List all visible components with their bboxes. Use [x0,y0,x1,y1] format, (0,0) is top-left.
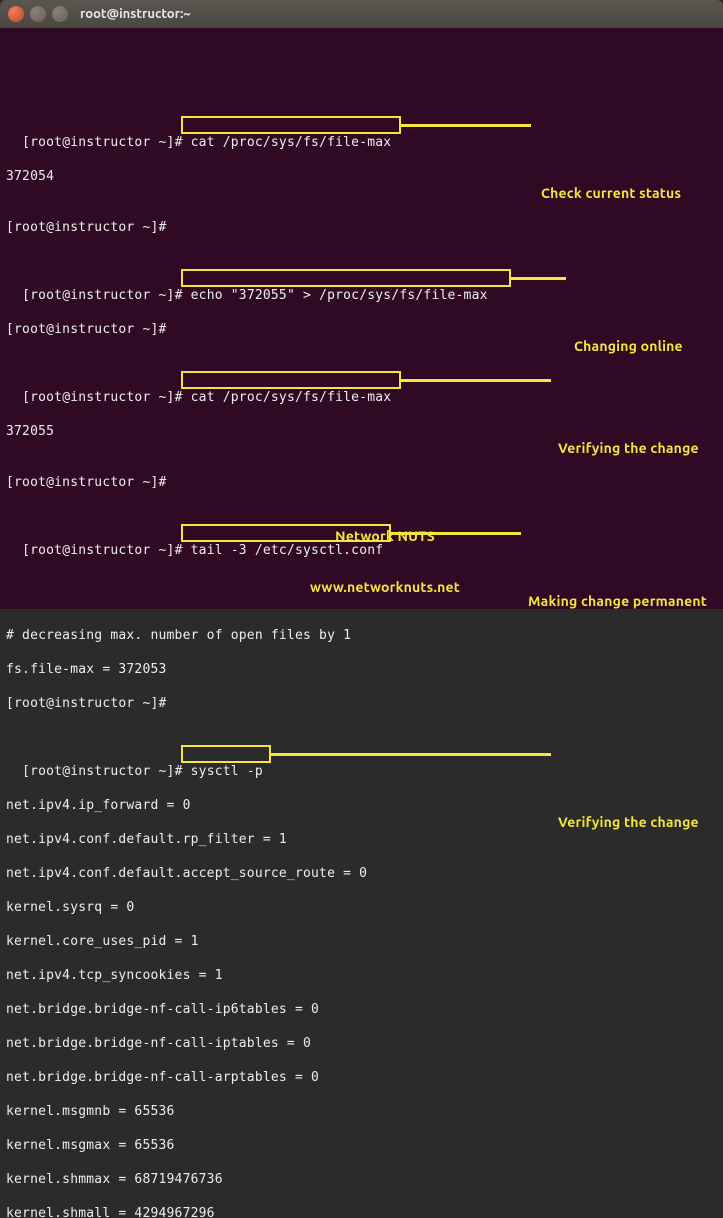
terminal[interactable]: [root@instructor ~]# cat /proc/sys/fs/fi… [0,28,723,609]
highlight-box [181,371,401,389]
output: kernel.sysrq = 0 [6,900,134,915]
window-title: root@instructor:~ [80,7,191,21]
output: net.ipv4.conf.default.rp_filter = 1 [6,832,287,847]
connector [271,753,551,756]
cmd-echo: echo "372055" > /proc/sys/fs/file-max [191,288,488,303]
annotation: Verifying the change [558,814,699,831]
annotation: Verifying the change [558,440,699,457]
annotation: Making change permanent [528,593,707,610]
highlight-box [181,116,401,134]
cmd-cat1: cat /proc/sys/fs/file-max [191,135,392,150]
output: 372055 [6,424,54,439]
prompt: [root@instructor ~]# [22,288,183,303]
output: net.ipv4.tcp_syncookies = 1 [6,968,223,983]
output: net.ipv4.conf.default.accept_source_rout… [6,866,367,881]
output: kernel.shmall = 4294967296 [6,1206,215,1218]
minimize-icon[interactable] [30,6,46,22]
output: net.bridge.bridge-nf-call-iptables = 0 [6,1036,311,1051]
output: kernel.msgmnb = 65536 [6,1104,175,1119]
output: 372054 [6,169,54,184]
connector [401,124,531,127]
highlight-box [181,745,271,763]
watermark: Network NUTS www.networknuts.net [285,494,485,613]
prompt: [root@instructor ~]# [6,696,167,711]
prompt: [root@instructor ~]# [22,135,183,150]
prompt: [root@instructor ~]# [6,220,167,235]
output: net.bridge.bridge-nf-call-arptables = 0 [6,1070,319,1085]
highlight-box [181,269,511,287]
output: net.ipv4.ip_forward = 0 [6,798,191,813]
watermark-line1: Network NUTS [285,528,485,545]
output: net.bridge.bridge-nf-call-ip6tables = 0 [6,1002,319,1017]
output: fs.file-max = 372053 [6,662,167,677]
titlebar: root@instructor:~ [0,0,723,28]
prompt: [root@instructor ~]# [22,543,183,558]
prompt: [root@instructor ~]# [6,322,167,337]
annotation: Check current status [541,185,681,202]
prompt: [root@instructor ~]# [22,390,183,405]
prompt: [root@instructor ~]# [22,764,183,779]
output: kernel.core_uses_pid = 1 [6,934,199,949]
cmd-sysctl: sysctl -p [191,764,263,779]
watermark-line2: www.networknuts.net [285,579,485,596]
close-icon[interactable] [8,6,24,22]
maximize-icon[interactable] [52,6,68,22]
prompt: [root@instructor ~]# [6,475,167,490]
output: kernel.msgmax = 65536 [6,1138,175,1153]
output: # decreasing max. number of open files b… [6,628,351,643]
annotation: Changing online [574,338,683,355]
cmd-cat2: cat /proc/sys/fs/file-max [191,390,392,405]
connector [511,277,566,280]
output: kernel.shmmax = 68719476736 [6,1172,223,1187]
connector [401,379,551,382]
